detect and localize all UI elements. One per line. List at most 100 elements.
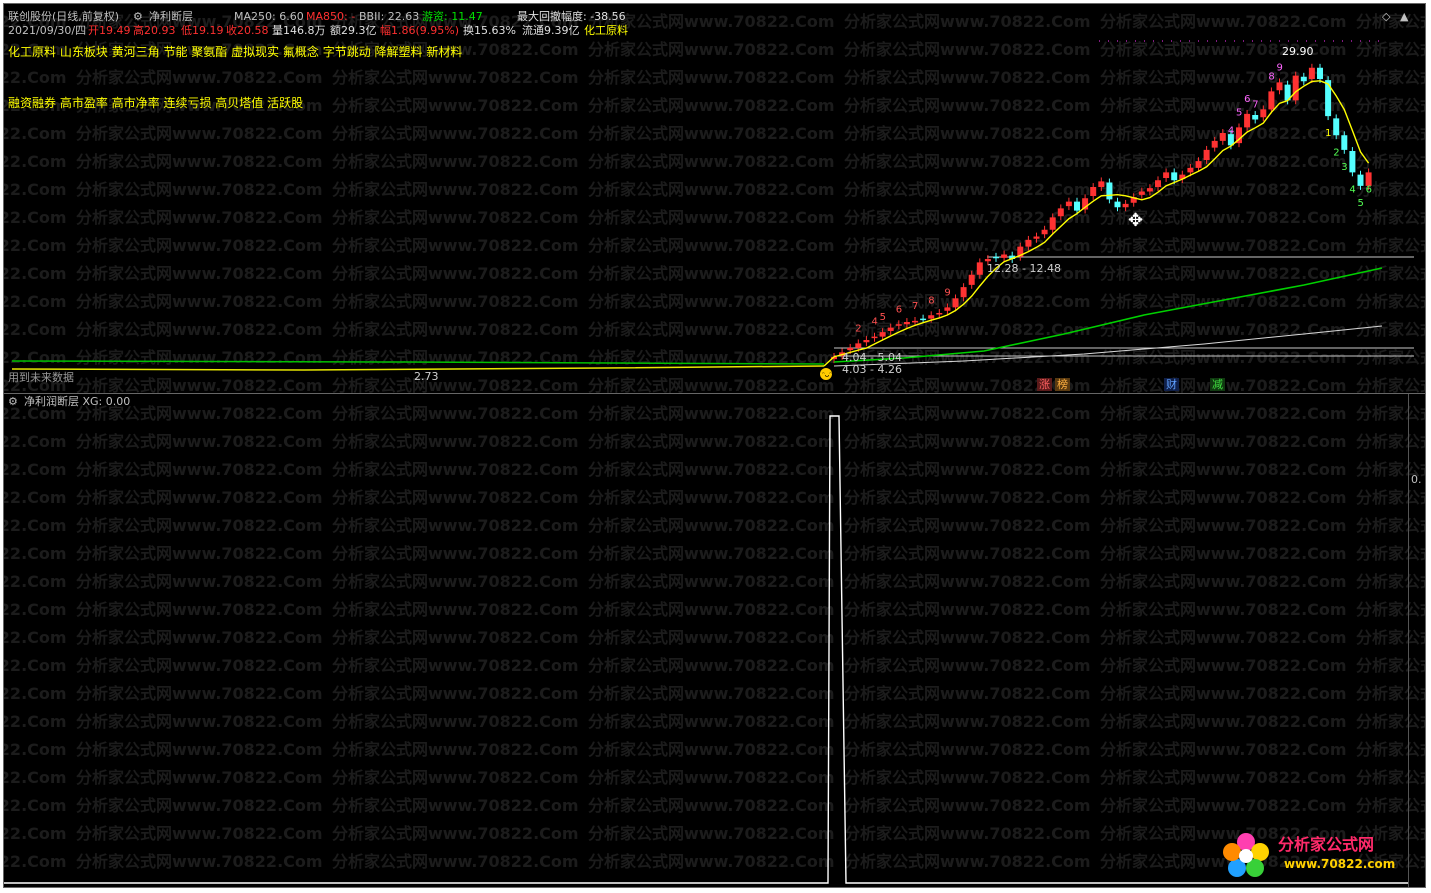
candle-body bbox=[1138, 191, 1145, 195]
candle-body bbox=[1325, 80, 1332, 117]
flower-logo-icon bbox=[1223, 833, 1269, 877]
candle-body bbox=[912, 320, 918, 323]
candle-body bbox=[936, 313, 943, 315]
count-label: 8 bbox=[1268, 71, 1274, 82]
candle-body bbox=[895, 324, 902, 326]
count-label: 5 bbox=[880, 312, 886, 323]
candle-body bbox=[944, 307, 951, 311]
candle-body bbox=[952, 298, 959, 308]
xg-signal-line bbox=[4, 415, 1408, 884]
ma-long-line bbox=[833, 325, 1383, 367]
candle-body bbox=[1033, 236, 1040, 239]
candle-body bbox=[855, 343, 862, 348]
count-label: 4 bbox=[1349, 184, 1355, 195]
candle-body bbox=[1276, 82, 1283, 91]
candle-body bbox=[976, 262, 983, 275]
candle-body bbox=[1025, 239, 1032, 247]
candle-body bbox=[1041, 229, 1048, 235]
candle-body bbox=[1098, 181, 1105, 187]
count-label: 9 bbox=[944, 287, 950, 298]
flat-green-line bbox=[11, 360, 825, 365]
candle-body bbox=[1211, 140, 1218, 148]
count-label: 3 bbox=[1341, 162, 1347, 173]
candle-body bbox=[847, 347, 854, 351]
count-label: 4 bbox=[1228, 125, 1234, 136]
count-label: 6 bbox=[1366, 184, 1372, 195]
tag-zhang[interactable]: 涨 bbox=[1037, 378, 1052, 391]
count-label: 6 bbox=[896, 304, 902, 315]
count-label: 5 bbox=[1236, 107, 1242, 118]
candle-body bbox=[903, 322, 910, 325]
count-label: 2 bbox=[855, 323, 861, 334]
xg-panel[interactable] bbox=[4, 394, 1408, 887]
count-label: 1 bbox=[1325, 128, 1331, 139]
tag-bang[interactable]: 榜 bbox=[1055, 378, 1070, 391]
candle-body bbox=[863, 340, 870, 343]
candle-body bbox=[1244, 113, 1251, 128]
future-data-caption: 用到未来数据 bbox=[8, 371, 74, 384]
chart-window: 分析家公式网www.70822.Com分析家公式网www.70822.Com分析… bbox=[3, 3, 1426, 888]
candle-body bbox=[1203, 149, 1210, 160]
candle-body bbox=[984, 259, 991, 262]
candle-body bbox=[1341, 135, 1348, 150]
candle-body bbox=[1300, 76, 1307, 82]
tag-jian[interactable]: 减 bbox=[1210, 378, 1225, 391]
candle-body bbox=[1163, 172, 1170, 178]
candle-body bbox=[1155, 180, 1161, 187]
count-label: 7 bbox=[912, 301, 918, 312]
candle-body bbox=[1349, 151, 1356, 173]
candle-body bbox=[1317, 67, 1323, 79]
candle-body bbox=[1001, 254, 1008, 258]
candle-body bbox=[1090, 187, 1097, 196]
candle-body bbox=[1260, 109, 1267, 118]
candle-body bbox=[1219, 133, 1226, 141]
candle-body bbox=[1106, 182, 1113, 200]
count-label: 5 bbox=[1358, 198, 1364, 209]
candle-body bbox=[1195, 161, 1202, 168]
candle-body bbox=[928, 315, 935, 319]
candle-body bbox=[879, 332, 886, 337]
peak-label: 29.90 bbox=[1282, 45, 1314, 58]
count-label: 7 bbox=[1252, 100, 1258, 111]
price-panel[interactable]: 24 56 789456789123456 ᵔᴗᵔ ✥ bbox=[4, 4, 1414, 394]
move-cursor-icon: ✥ bbox=[1128, 210, 1143, 231]
svg-text:ᵔᴗᵔ: ᵔᴗᵔ bbox=[822, 371, 832, 379]
candle-body bbox=[1268, 91, 1275, 110]
count-label: 6 bbox=[1244, 94, 1250, 105]
candle-body bbox=[1252, 115, 1259, 120]
count-label: 9 bbox=[1277, 62, 1283, 73]
candle-body bbox=[871, 336, 878, 339]
count-labels: 24 56 789456789123456 bbox=[855, 62, 1372, 334]
candle-body bbox=[960, 287, 967, 298]
box-label: 12.28 - 12.48 bbox=[987, 262, 1061, 275]
candle-body bbox=[1171, 172, 1178, 181]
logo-url: www.70822.com bbox=[1284, 857, 1396, 871]
site-logo: 分析家公式网 www.70822.com bbox=[1220, 830, 1420, 882]
candle-body bbox=[887, 327, 894, 331]
count-label: 8 bbox=[928, 295, 934, 306]
candle-body bbox=[1122, 203, 1129, 208]
candle-body bbox=[1357, 174, 1364, 186]
candle-body bbox=[1187, 167, 1194, 173]
candle-body bbox=[1308, 67, 1315, 79]
candle-body bbox=[1114, 201, 1121, 208]
candle-body bbox=[1057, 208, 1064, 217]
left-low-label: 2.73 bbox=[414, 370, 439, 383]
candle-body bbox=[1146, 188, 1153, 192]
candle-body bbox=[968, 274, 975, 285]
candle-body bbox=[1292, 75, 1299, 101]
bottom-right-axis: 0. bbox=[1411, 473, 1422, 486]
candle-body bbox=[1049, 217, 1056, 230]
candle-body bbox=[1065, 201, 1072, 207]
candlestick-series bbox=[831, 63, 1372, 364]
candle-body bbox=[993, 256, 999, 259]
count-label: 4 bbox=[872, 317, 878, 328]
candle-body bbox=[1074, 201, 1080, 211]
candle-body bbox=[1333, 118, 1340, 136]
candle-body bbox=[920, 318, 927, 321]
range-label-2: 4.03 - 4.26 bbox=[842, 363, 902, 376]
logo-text: 分析家公式网 bbox=[1278, 835, 1375, 854]
count-label: 2 bbox=[1333, 147, 1339, 158]
right-axis-line bbox=[1408, 394, 1409, 887]
tag-cai[interactable]: 财 bbox=[1164, 378, 1179, 391]
